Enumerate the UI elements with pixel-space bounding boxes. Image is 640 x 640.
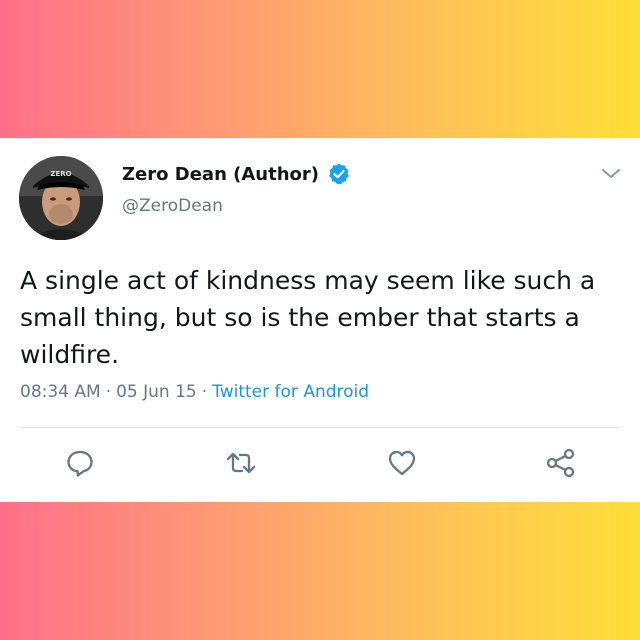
share-button[interactable] (544, 446, 578, 480)
tweet-meta: 08:34 AM · 05 Jun 15 · Twitter for Android (20, 382, 369, 402)
heart-icon (388, 450, 416, 476)
tweet-text: A single act of kindness may seem like s… (20, 266, 596, 369)
gradient-background-bottom (0, 502, 640, 640)
like-button[interactable] (385, 446, 419, 480)
meta-separator: · (105, 382, 112, 402)
avatar[interactable]: ZERO (19, 156, 103, 240)
chevron-down-icon[interactable] (598, 166, 624, 182)
gradient-background-top (0, 0, 640, 138)
tweet-time: 08:34 AM (20, 382, 101, 402)
retweet-icon (226, 452, 256, 474)
meta-separator: · (201, 382, 208, 402)
tweet-client-link[interactable]: Twitter for Android (212, 382, 369, 402)
author-handle[interactable]: @ZeroDean (122, 196, 223, 216)
reply-icon (67, 450, 93, 477)
divider (20, 427, 620, 428)
reply-button[interactable] (63, 446, 97, 480)
retweet-button[interactable] (224, 446, 258, 480)
author-name[interactable]: Zero Dean (Author) (122, 164, 319, 185)
tweet-date[interactable]: 05 Jun 15 (116, 382, 197, 402)
verified-badge-icon (329, 163, 349, 185)
avatar-cap-text: ZERO (50, 170, 71, 178)
share-icon (546, 448, 575, 478)
avatar-photo: ZERO (19, 156, 103, 240)
tweet-card: ZERO Zero Dean (Author) @ZeroDean A sing… (0, 138, 640, 502)
author-row: Zero Dean (Author) (122, 162, 351, 186)
